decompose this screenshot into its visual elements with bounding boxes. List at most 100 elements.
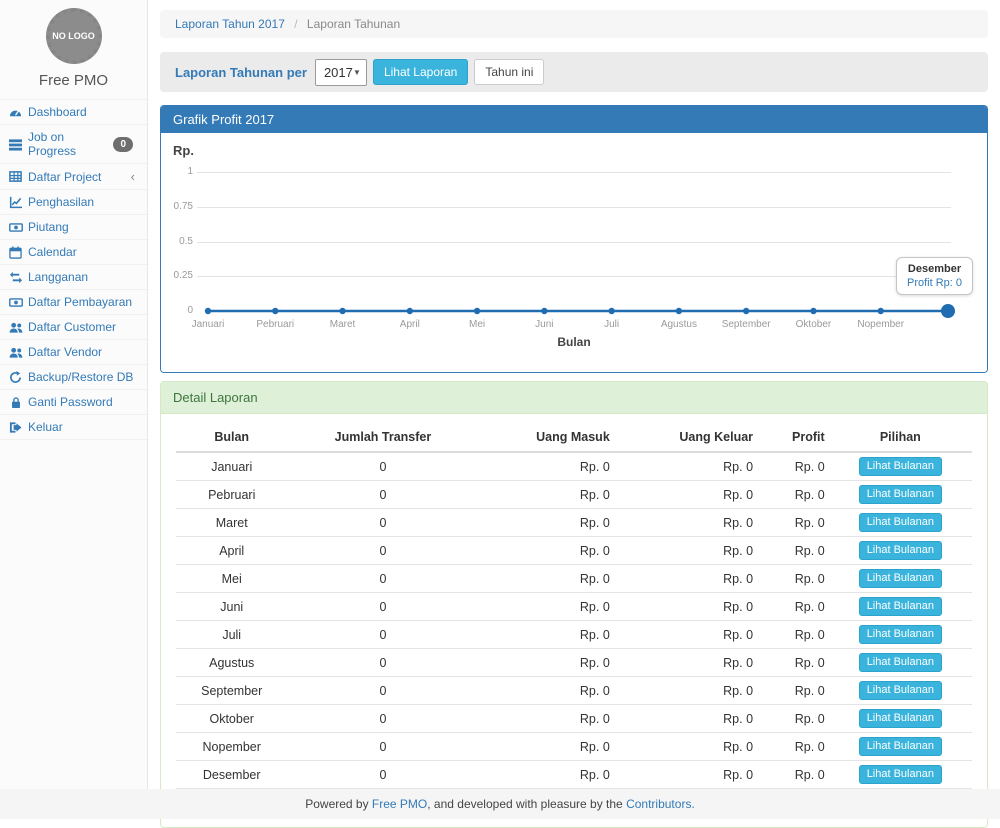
sidebar-item-calendar[interactable]: Calendar	[0, 239, 147, 264]
view-monthly-button[interactable]: Lihat Bulanan	[859, 653, 942, 672]
report-table-body: Januari0Rp. 0Rp. 0Rp. 0Lihat BulananPebr…	[176, 452, 972, 813]
data-point[interactable]	[339, 308, 345, 314]
table-cell: Rp. 0	[614, 593, 757, 621]
sidebar-item-job-on-progress[interactable]: Job on Progress0	[0, 124, 147, 163]
table-row: April0Rp. 0Rp. 0Rp. 0Lihat Bulanan	[176, 537, 972, 565]
users-icon	[8, 345, 23, 359]
sidebar-item-ganti-password[interactable]: Ganti Password	[0, 389, 147, 414]
refresh-icon	[8, 370, 23, 384]
table-cell: Lihat Bulanan	[829, 705, 972, 733]
view-monthly-button[interactable]: Lihat Bulanan	[859, 709, 942, 728]
data-point[interactable]	[407, 308, 413, 314]
column-header: Profit	[757, 422, 829, 452]
view-monthly-button[interactable]: Lihat Bulanan	[859, 457, 942, 476]
table-cell: Mei	[176, 565, 287, 593]
report-table-head: BulanJumlah TransferUang MasukUang Kelua…	[176, 422, 972, 452]
table-cell: 0	[287, 649, 478, 677]
money-icon	[8, 295, 23, 309]
sidebar-item-label: Daftar Pembayaran	[28, 295, 139, 309]
data-point[interactable]	[541, 308, 547, 314]
table-cell: Januari	[176, 452, 287, 481]
breadcrumb-separator: /	[294, 17, 297, 31]
sidebar-item-dashboard[interactable]: Dashboard	[0, 99, 147, 124]
view-monthly-button[interactable]: Lihat Bulanan	[859, 737, 942, 756]
table-row: Pebruari0Rp. 0Rp. 0Rp. 0Lihat Bulanan	[176, 481, 972, 509]
data-point[interactable]	[743, 308, 749, 314]
table-cell: Rp. 0	[757, 481, 829, 509]
table-cell: Lihat Bulanan	[829, 481, 972, 509]
data-point[interactable]	[608, 308, 614, 314]
users-icon	[8, 320, 23, 334]
view-monthly-button[interactable]: Lihat Bulanan	[859, 541, 942, 560]
sidebar-item-label: Calendar	[28, 245, 139, 259]
sidebar-item-label: Keluar	[28, 420, 139, 434]
table-cell: Juni	[176, 593, 287, 621]
year-select[interactable]: 2017 ▼	[315, 59, 367, 86]
data-point[interactable]	[941, 304, 955, 318]
view-report-button[interactable]: Lihat Laporan	[373, 59, 468, 85]
sidebar-item-backup-restore-db[interactable]: Backup/Restore DB	[0, 364, 147, 389]
view-monthly-button[interactable]: Lihat Bulanan	[859, 569, 942, 588]
table-cell: Juli	[176, 621, 287, 649]
table-row: Nopember0Rp. 0Rp. 0Rp. 0Lihat Bulanan	[176, 733, 972, 761]
chevron-left-icon: ‹	[131, 169, 135, 184]
table-cell: Desember	[176, 761, 287, 789]
tasks-icon	[8, 137, 23, 151]
table-cell: Rp. 0	[757, 452, 829, 481]
sidebar-item-daftar-customer[interactable]: Daftar Customer	[0, 314, 147, 339]
footer-prefix: Powered by	[305, 797, 372, 811]
sidebar-item-daftar-project[interactable]: Daftar Project‹	[0, 163, 147, 189]
sidebar-item-piutang[interactable]: Piutang	[0, 214, 147, 239]
view-monthly-button[interactable]: Lihat Bulanan	[859, 485, 942, 504]
table-row: Oktober0Rp. 0Rp. 0Rp. 0Lihat Bulanan	[176, 705, 972, 733]
sidebar-item-daftar-pembayaran[interactable]: Daftar Pembayaran	[0, 289, 147, 314]
table-cell: Rp. 0	[478, 677, 613, 705]
calendar-icon	[8, 245, 23, 259]
table-cell: Lihat Bulanan	[829, 761, 972, 789]
table-cell: Rp. 0	[757, 593, 829, 621]
sidebar-item-penghasilan[interactable]: Penghasilan	[0, 189, 147, 214]
count-badge: 0	[113, 137, 133, 152]
footer-middle: , and developed with pleasure by the	[427, 797, 626, 811]
header-row: BulanJumlah TransferUang MasukUang Kelua…	[176, 422, 972, 452]
sidebar-item-langganan[interactable]: Langganan	[0, 264, 147, 289]
data-point[interactable]	[205, 308, 211, 314]
report-filter-bar: Laporan Tahunan per 2017 ▼ Lihat Laporan…	[160, 52, 988, 92]
brand-name: Free PMO	[0, 72, 147, 89]
column-header: Pilihan	[829, 422, 972, 452]
sidebar-item-keluar[interactable]: Keluar	[0, 414, 147, 440]
this-year-button[interactable]: Tahun ini	[474, 59, 544, 85]
sidebar-item-label: Daftar Vendor	[28, 345, 139, 359]
table-cell: Nopember	[176, 733, 287, 761]
footer-link-free-pmo[interactable]: Free PMO	[372, 797, 427, 811]
sign-out-icon	[8, 420, 23, 434]
table-cell: Rp. 0	[478, 452, 613, 481]
table-cell: Rp. 0	[614, 733, 757, 761]
view-monthly-button[interactable]: Lihat Bulanan	[859, 597, 942, 616]
view-monthly-button[interactable]: Lihat Bulanan	[859, 681, 942, 700]
sidebar-item-label: Dashboard	[28, 105, 139, 119]
data-point[interactable]	[272, 308, 278, 314]
data-point[interactable]	[878, 308, 884, 314]
table-cell: 0	[287, 705, 478, 733]
table-cell: Rp. 0	[478, 509, 613, 537]
data-point[interactable]	[676, 308, 682, 314]
table-cell: September	[176, 677, 287, 705]
breadcrumb: Laporan Tahun 2017 / Laporan Tahunan	[160, 10, 988, 38]
money-icon	[8, 220, 23, 234]
table-row: Mei0Rp. 0Rp. 0Rp. 0Lihat Bulanan	[176, 565, 972, 593]
data-point[interactable]	[810, 308, 816, 314]
x-tick-label: Nopember	[841, 319, 921, 330]
data-point[interactable]	[474, 308, 480, 314]
table-cell: Rp. 0	[757, 509, 829, 537]
sidebar-item-daftar-vendor[interactable]: Daftar Vendor	[0, 339, 147, 364]
sidebar-item-label: Langganan	[28, 270, 139, 284]
table-cell: Rp. 0	[614, 677, 757, 705]
filter-label: Laporan Tahunan per	[175, 65, 307, 80]
footer-link-contributors[interactable]: Contributors.	[626, 797, 695, 811]
view-monthly-button[interactable]: Lihat Bulanan	[859, 765, 942, 784]
exchange-icon	[8, 270, 23, 284]
breadcrumb-link-laporan-tahun[interactable]: Laporan Tahun 2017	[175, 17, 285, 31]
view-monthly-button[interactable]: Lihat Bulanan	[859, 513, 942, 532]
view-monthly-button[interactable]: Lihat Bulanan	[859, 625, 942, 644]
